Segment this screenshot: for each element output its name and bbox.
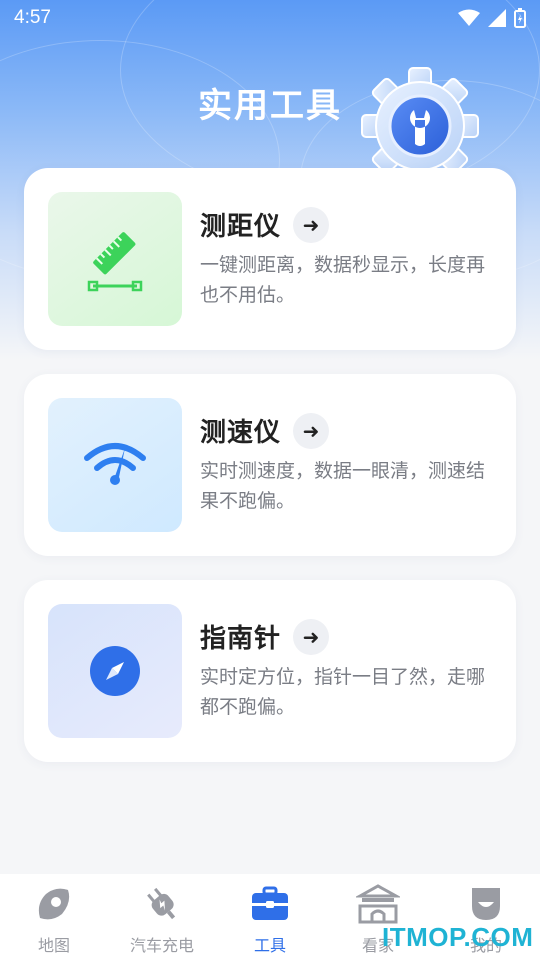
signal-icon (488, 9, 506, 27)
battery-icon (514, 8, 526, 28)
tab-map[interactable]: 地图 (0, 874, 108, 960)
arrow-right-icon[interactable]: ➜ (293, 618, 330, 655)
compass-icon (48, 604, 182, 738)
tool-card-speed[interactable]: 测速仪 ➜ 实时测速度，数据一眼清，测速结果不跑偏。 (24, 374, 516, 556)
map-icon (32, 882, 76, 926)
tool-title: 测距仪 (200, 212, 282, 242)
tool-description: 实时测速度，数据一眼清，测速结果不跑偏。 (200, 460, 486, 512)
tool-description: 一键测距离，数据秒显示，长度再也不用估。 (200, 254, 486, 306)
gate-icon (356, 882, 400, 926)
speedometer-icon (48, 398, 182, 532)
arrow-right-icon[interactable]: ➜ (293, 412, 330, 449)
toolbox-icon (248, 882, 292, 926)
status-bar: 4:57 (0, 0, 540, 36)
tool-card-distance[interactable]: 测距仪 ➜ 一键测距离，数据秒显示，长度再也不用估。 (24, 168, 516, 350)
charging-plug-icon (140, 882, 184, 926)
watermark: ITMOP.COM (382, 922, 534, 952)
tool-description: 实时定方位，指针一目了然，走哪都不跑偏。 (200, 666, 486, 718)
profile-icon (464, 882, 508, 926)
tab-label: 汽车充电 (129, 936, 194, 955)
gear-wrench-icon (361, 67, 479, 176)
tool-title: 测速仪 (200, 418, 282, 448)
tab-tools[interactable]: 工具 (216, 874, 324, 960)
wifi-icon (458, 9, 480, 26)
tab-label: 地图 (37, 936, 70, 955)
tool-card-compass[interactable]: 指南针 ➜ 实时定方位，指针一目了然，走哪都不跑偏。 (24, 580, 516, 762)
tab-label: 工具 (253, 936, 286, 955)
ruler-icon (48, 192, 182, 326)
tab-charging[interactable]: 汽车充电 (108, 874, 216, 960)
status-time: 4:57 (14, 7, 51, 28)
tool-title: 指南针 (200, 624, 282, 654)
arrow-right-icon[interactable]: ➜ (293, 206, 330, 243)
